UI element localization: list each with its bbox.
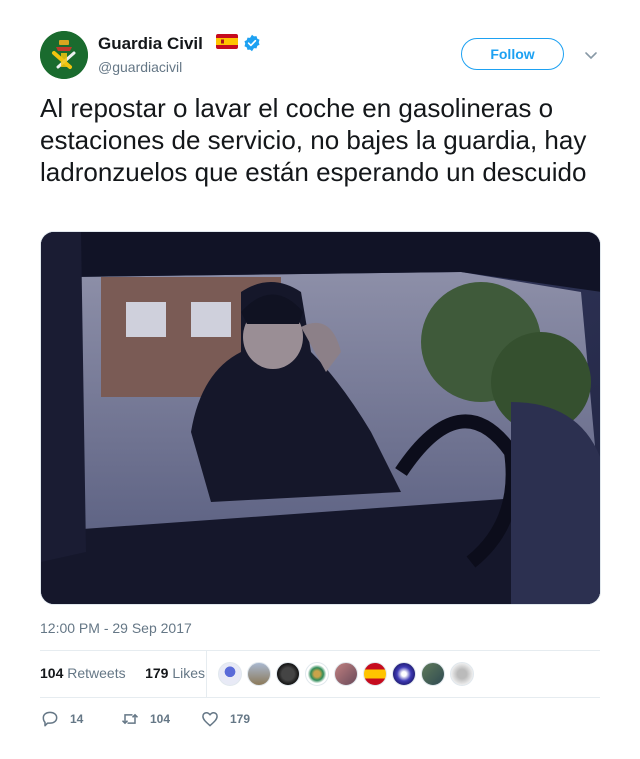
reply-icon	[42, 711, 58, 727]
retweets-label: Retweets	[67, 665, 126, 681]
guardia-civil-logo	[40, 31, 88, 79]
liker-avatar[interactable]	[305, 662, 329, 686]
reply-count: 14	[70, 712, 84, 726]
liker-avatar[interactable]	[247, 662, 271, 686]
reply-button[interactable]: 14	[40, 709, 83, 729]
divider	[40, 697, 600, 698]
retweet-count: 104	[150, 712, 171, 726]
chevron-down-icon[interactable]	[584, 48, 598, 62]
liker-avatar[interactable]	[334, 662, 358, 686]
spain-flag-icon	[216, 34, 238, 49]
verified-badge-icon	[243, 34, 261, 52]
liker-avatar[interactable]	[421, 662, 445, 686]
retweets-count: 104	[40, 665, 64, 681]
liker-avatar[interactable]	[450, 662, 474, 686]
retweet-icon	[121, 713, 139, 725]
stats-separator	[206, 651, 207, 697]
account-avatar[interactable]	[40, 31, 88, 79]
like-count: 179	[230, 712, 251, 726]
likes-stat[interactable]: 179 Likes	[145, 665, 205, 681]
tweet-timestamp[interactable]: 12:00 PM - 29 Sep 2017	[40, 620, 192, 636]
liker-avatar[interactable]	[218, 662, 242, 686]
retweets-stat[interactable]: 104 Retweets	[40, 665, 126, 681]
liker-avatar[interactable]	[276, 662, 300, 686]
divider	[40, 650, 600, 651]
heart-icon	[202, 712, 218, 727]
follow-button[interactable]: Follow	[461, 38, 564, 70]
tweet-text: Al repostar o lavar el coche en gasoline…	[40, 93, 587, 187]
account-name[interactable]: Guardia Civil	[98, 34, 203, 54]
like-button[interactable]: 179	[200, 709, 250, 729]
likes-label: Likes	[172, 665, 205, 681]
account-handle[interactable]: @guardiacivil	[98, 59, 182, 75]
liker-avatar[interactable]	[392, 662, 416, 686]
tweet-stats: 104 Retweets 179 Likes	[40, 665, 205, 681]
retweet-button[interactable]: 104	[120, 709, 170, 729]
tweet-media-image[interactable]	[40, 231, 601, 605]
liker-avatar[interactable]	[363, 662, 387, 686]
photo-person-looking-into-car	[41, 232, 600, 604]
likes-count: 179	[145, 665, 169, 681]
liked-by-avatars	[218, 662, 479, 686]
